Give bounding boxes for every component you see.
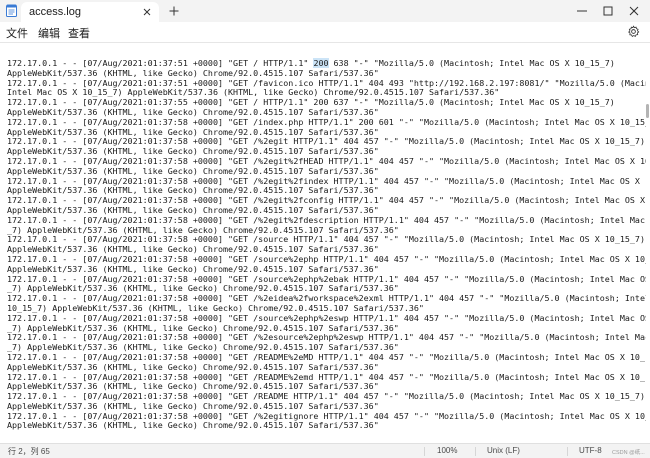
encoding: UTF-8: [579, 446, 602, 455]
menu-view[interactable]: 查看: [68, 25, 90, 41]
minimize-icon: [577, 10, 587, 12]
menu-bar: 文件 编辑 查看: [0, 22, 650, 42]
menu-file[interactable]: 文件: [6, 25, 28, 41]
minimize-button[interactable]: [568, 0, 596, 22]
text-editor[interactable]: 172.17.0.1 - - [07/Aug/2021:01:37:51 +00…: [0, 43, 650, 443]
notepad-window: access.log 文件 编辑 查看 172.17.0.1 - - [07/A…: [0, 0, 650, 458]
close-icon[interactable]: [141, 6, 153, 18]
status-divider: [567, 447, 568, 456]
log-text-start: 172.17.0.1 - - [07/Aug/2021:01:37:51 +00…: [7, 58, 314, 68]
status-divider: [475, 447, 476, 456]
maximize-button[interactable]: [594, 0, 622, 22]
watermark-text: CSDN @纸...: [612, 450, 645, 456]
tab-title: access.log: [29, 6, 81, 18]
title-bar: access.log: [0, 0, 650, 22]
tab-access-log[interactable]: access.log: [21, 2, 159, 22]
close-icon: [629, 6, 639, 16]
cursor-position: 行 2，列 65: [8, 447, 50, 456]
status-bar: 行 2，列 65 100% Unix (LF) UTF-8 CSDN @纸...: [0, 443, 650, 458]
log-text-rest: 638 "-" "Mozilla/5.0 (Macintosh; Intel M…: [7, 58, 650, 431]
log-content[interactable]: 172.17.0.1 - - [07/Aug/2021:01:37:51 +00…: [7, 58, 650, 431]
maximize-icon: [603, 6, 613, 16]
text-selection: 200: [313, 58, 329, 68]
menu-edit[interactable]: 编辑: [38, 25, 60, 41]
gear-icon[interactable]: [627, 25, 640, 38]
line-ending: Unix (LF): [487, 446, 520, 455]
plus-icon[interactable]: [167, 4, 181, 18]
zoom-level: 100%: [437, 446, 458, 455]
notepad-icon: [6, 4, 17, 17]
status-divider: [424, 447, 425, 456]
close-window-button[interactable]: [620, 0, 648, 22]
scrollbar-thumb[interactable]: [646, 104, 649, 118]
